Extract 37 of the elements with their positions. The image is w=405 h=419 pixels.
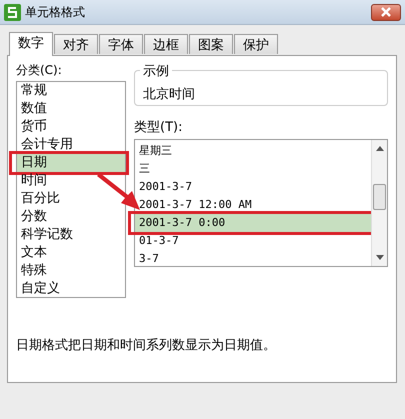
tab[interactable]: 边框 [144, 34, 188, 54]
list-item[interactable]: 分数 [17, 208, 125, 226]
list-item[interactable]: 星期三 [135, 142, 371, 160]
sample-value: 北京时间 [143, 87, 195, 102]
close-icon [380, 7, 392, 17]
tab[interactable]: 数字 [9, 32, 53, 56]
list-item[interactable]: 百分比 [17, 190, 125, 208]
list-item[interactable]: 货币 [17, 118, 125, 136]
tab[interactable]: 保护 [234, 34, 278, 54]
list-item[interactable]: 3-7 [135, 250, 371, 268]
list-item[interactable]: 2001-3-7 0:00 [135, 214, 371, 232]
scroll-thumb[interactable] [373, 184, 386, 210]
scrollbar[interactable] [371, 140, 387, 266]
tab[interactable]: 图案 [189, 34, 233, 54]
scroll-down-icon[interactable] [376, 254, 384, 260]
tab[interactable]: 对齐 [54, 34, 98, 54]
tab[interactable]: 字体 [99, 34, 143, 54]
window-title: 单元格格式 [25, 4, 85, 21]
type-label: 类型(T): [134, 119, 182, 137]
list-item[interactable]: 文本 [17, 244, 125, 262]
list-item[interactable]: 常规 [17, 82, 125, 100]
list-item[interactable]: 日期 [17, 154, 125, 172]
app-logo-icon [4, 4, 21, 20]
close-button[interactable] [371, 4, 401, 20]
list-item[interactable]: 三 [135, 160, 371, 178]
list-item[interactable]: 01-3-7 [135, 232, 371, 250]
list-item[interactable]: 数值 [17, 100, 125, 118]
category-label: 分类(C): [16, 63, 62, 77]
list-item[interactable]: 时间 [17, 172, 125, 190]
list-item[interactable]: 科学记数 [17, 226, 125, 244]
list-item[interactable]: 会计专用 [17, 136, 125, 154]
list-item[interactable]: 特殊 [17, 262, 125, 280]
description-text: 日期格式把日期和时间系列数显示为日期值。 [16, 337, 276, 355]
list-item[interactable]: 自定义 [17, 280, 125, 298]
list-item[interactable]: 2001-3-7 [135, 178, 371, 196]
scroll-up-icon[interactable] [376, 146, 384, 150]
list-item[interactable]: 2001-3-7 12:00 AM [135, 196, 371, 214]
